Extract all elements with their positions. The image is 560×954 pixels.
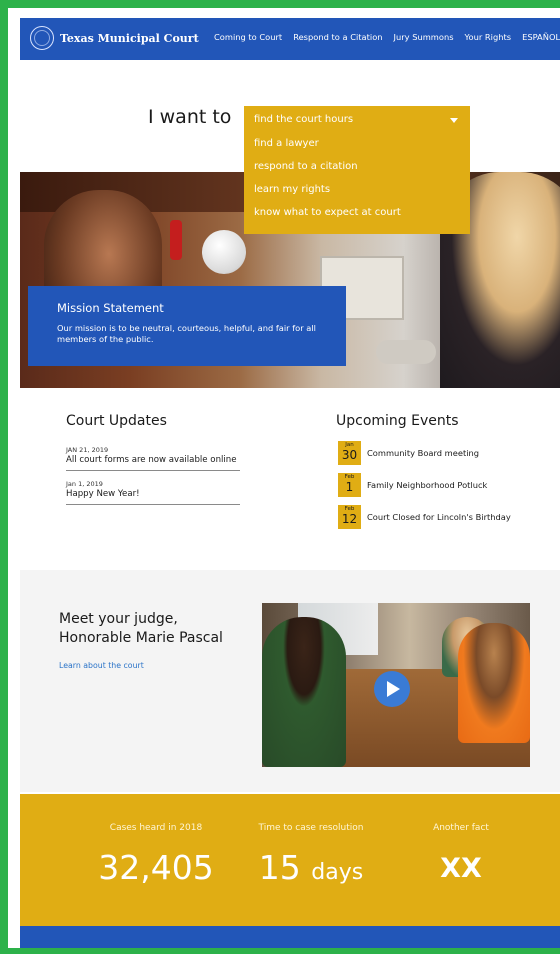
calendar-date-icon: Feb 12 (338, 505, 361, 529)
top-navigation: Texas Municipal Court Coming to Court Re… (20, 18, 560, 60)
nav-links: Coming to Court Respond to a Citation Ju… (214, 32, 560, 42)
nav-link-espanol[interactable]: ESPAÑOL (522, 32, 560, 42)
event-title[interactable]: Court Closed for Lincoln's Birthday (367, 512, 511, 522)
stat-value-another-number: XX (440, 853, 482, 884)
stat-label-resolution: Time to case resolution (258, 823, 364, 833)
event-title[interactable]: Community Board meeting (367, 448, 479, 458)
judge-video-thumbnail[interactable] (262, 603, 530, 767)
update-text[interactable]: All court forms are now available online (66, 455, 240, 470)
judge-heading-line1: Meet your judge, (59, 611, 178, 627)
stat-value-resolution-unit: days (311, 860, 364, 885)
update-item[interactable]: Jan 1, 2019 Happy New Year! (66, 480, 240, 505)
event-day: 1 (345, 480, 354, 494)
stat-value-resolution: 15 days (246, 848, 376, 887)
judge-heading: Meet your judge, Honorable Marie Pascal (59, 610, 249, 648)
event-day: 30 (341, 448, 358, 462)
chevron-down-icon[interactable] (450, 118, 458, 123)
event-title[interactable]: Family Neighborhood Potluck (367, 480, 487, 490)
court-updates-title: Court Updates (66, 413, 167, 429)
hero-image-extinguisher (170, 220, 182, 260)
court-stats-section: Cases heard in 2018 32,405 Time to case … (20, 794, 560, 926)
dropdown-option-respond-to-citation[interactable]: respond to a citation (254, 161, 358, 172)
i-want-to-dropdown[interactable]: find the court hours find a lawyer respo… (244, 106, 470, 234)
nav-link-respond-to-citation[interactable]: Respond to a Citation (293, 32, 382, 42)
update-date: JAN 21, 2019 (66, 446, 109, 454)
hero-image-lamp (202, 230, 246, 274)
stat-value-cases-number: 32,405 (98, 848, 214, 887)
court-seal-icon[interactable] (30, 26, 54, 50)
browser-frame: Texas Municipal Court Coming to Court Re… (0, 0, 560, 954)
dropdown-selected-value[interactable]: find the court hours (254, 114, 460, 125)
nav-link-your-rights[interactable]: Your Rights (465, 32, 512, 42)
calendar-date-icon: Feb 1 (338, 473, 361, 497)
video-person-left (262, 617, 346, 767)
event-day: 12 (341, 512, 358, 526)
nav-link-coming-to-court[interactable]: Coming to Court (214, 32, 282, 42)
stat-value-resolution-number: 15 (258, 848, 301, 887)
mission-title: Mission Statement (57, 301, 164, 315)
nav-link-jury-summons[interactable]: Jury Summons (394, 32, 454, 42)
calendar-date-icon: Jan 30 (338, 441, 361, 465)
page: Texas Municipal Court Coming to Court Re… (20, 18, 560, 948)
hero-image-microphone (376, 340, 436, 364)
stat-value-cases: 32,405 (86, 848, 226, 887)
update-text[interactable]: Happy New Year! (66, 489, 240, 504)
stat-value-another: XX (416, 853, 506, 884)
play-icon[interactable] (374, 671, 410, 707)
video-person-right (458, 623, 530, 743)
mission-text: Our mission is to be neutral, courteous,… (57, 323, 316, 344)
judge-heading-line2: Honorable Marie Pascal (59, 630, 223, 646)
stat-label-cases: Cases heard in 2018 (109, 823, 203, 833)
footer-bar (20, 926, 560, 948)
stat-label-another: Another fact (433, 823, 489, 833)
upcoming-events-title: Upcoming Events (336, 413, 459, 429)
mission-statement-box: Mission Statement Our mission is to be n… (28, 286, 346, 366)
meet-judge-section: Meet your judge, Honorable Marie Pascal … (20, 570, 560, 792)
learn-about-court-link[interactable]: Learn about the court (59, 661, 144, 670)
dropdown-option-know-what-to-expect[interactable]: know what to expect at court (254, 207, 401, 218)
site-brand[interactable]: Texas Municipal Court (60, 32, 199, 45)
update-item[interactable]: JAN 21, 2019 All court forms are now ava… (66, 446, 240, 471)
update-date: Jan 1, 2019 (66, 480, 103, 488)
dropdown-option-learn-my-rights[interactable]: learn my rights (254, 184, 330, 195)
dropdown-option-find-a-lawyer[interactable]: find a lawyer (254, 138, 319, 149)
i-want-to-label: I want to (148, 106, 232, 128)
